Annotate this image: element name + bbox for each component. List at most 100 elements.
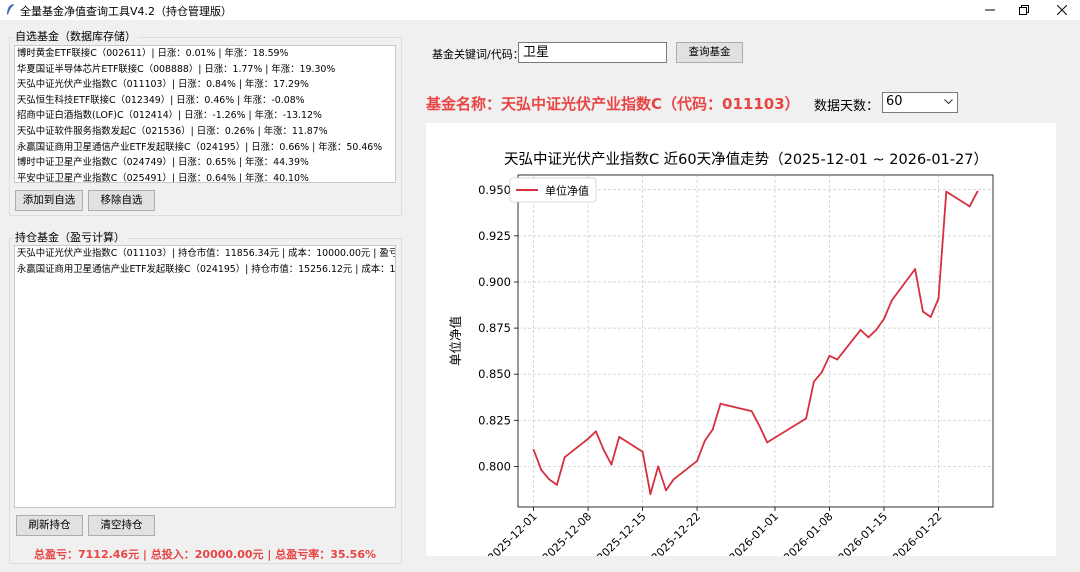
restore-button[interactable] [1006,0,1042,20]
holdings-summary: 总盈亏：7112.46元 | 总投入：20000.00元 | 总盈亏率：35.5… [33,548,377,561]
x-tick-label: 2025-12-15 [594,510,648,556]
days-select-value: 60 [886,94,903,109]
data-point [813,380,815,383]
data-point [602,448,605,451]
watchlist-item[interactable]: 博时中证卫星产业指数C（024749）| 日涨：0.65% | 年涨：44.39… [15,155,395,171]
holdings-listbox[interactable]: 天弘中证光伏产业指数C（011103）| 持仓市值：11856.34元 | 成本… [14,245,396,508]
x-tick-label: 2025-12-08 [540,510,594,556]
watchlist-item[interactable]: 博时黄金ETF联接C（002611）| 日涨：0.01% | 年涨：18.59% [15,46,395,62]
watchlist-item[interactable]: 永赢国证商用卫星通信产业ETF发起联接C（024195）| 日涨：0.66% |… [15,140,395,156]
data-point [563,456,566,459]
x-tick-label: 2026-01-15 [836,510,890,556]
data-point [641,450,644,453]
data-point [548,478,551,481]
y-tick-label: 0.950 [478,183,511,197]
watchlist-item[interactable]: 平安中证卫星产业指数C（025491）| 日涨：0.64% | 年涨：40.10… [15,171,395,182]
watchlist-item[interactable]: 天弘恒生科技ETF联接C（012349）| 日涨：0.46% | 年涨：-0.0… [15,93,395,109]
y-tick-label: 0.900 [478,275,511,289]
chart-panel: 天弘中证光伏产业指数C 近60天净值走势（2025-12-01 ~ 2026-0… [426,123,1056,564]
data-point [649,493,652,495]
data-point [532,448,535,451]
window-title: 全量基金净值查询工具V4.2（持仓管理版） [20,5,233,18]
data-point [890,299,893,302]
data-point [711,428,714,431]
data-point [875,329,878,331]
watchlist-listbox[interactable]: 博时黄金ETF联接C（002611）| 日涨：0.01% | 年涨：18.59%… [14,45,396,183]
watchlist-group-label: 自选基金（数据库存储） [13,28,138,44]
data-point [867,336,870,339]
x-tick-label: 2026-01-22 [890,510,944,556]
holding-item[interactable]: 天弘中证光伏产业指数C（011103）| 持仓市值：11856.34元 | 成本… [15,246,395,262]
days-select[interactable]: 60 [882,92,958,113]
x-tick-label: 2025-12-22 [649,510,703,556]
data-point [766,441,769,444]
data-point [945,190,948,193]
data-point [657,465,660,468]
chevron-down-icon [944,99,953,105]
data-point [719,402,722,405]
data-point [665,489,667,492]
watchlist-item[interactable]: 华夏国证半导体芯片ETF联接C（008888）| 日涨：1.77% | 年涨：1… [15,62,395,78]
data-point [540,469,543,472]
y-tick-label: 0.925 [478,229,511,243]
days-label: 数据天数： [814,99,880,114]
y-tick-label: 0.875 [478,321,511,335]
data-point [859,329,862,331]
search-input[interactable]: 卫星 [518,42,667,63]
y-tick-label: 0.850 [478,367,511,381]
minimize-icon [985,9,995,11]
add-to-watchlist-button[interactable]: 添加到自选 [15,190,83,211]
watchlist-item[interactable]: 天弘中证软件服务指数发起C（021536）| 日涨：0.26% | 年涨：11.… [15,124,395,140]
restore-icon [1019,5,1029,15]
holding-item[interactable]: 永赢国证商用卫星通信产业ETF发起联接C（024195）| 持仓市值：15256… [15,262,395,278]
data-point [914,268,917,270]
data-point [750,410,753,412]
watchlist-item[interactable]: 招商中证白酒指数(LOF)C（012414）| 日涨：-1.26% | 年涨：-… [15,108,395,124]
data-point [727,404,730,407]
remove-from-watchlist-button[interactable]: 移除自选 [88,190,155,211]
y-tick-label: 0.800 [478,459,511,473]
data-point [820,371,823,374]
data-point [696,459,698,462]
data-point [937,297,940,300]
search-button[interactable]: 查询基金 [676,42,743,63]
y-axis-label: 单位净值 [448,316,463,366]
chart-title: 天弘中证光伏产业指数C 近60天净值走势（2025-12-01 ~ 2026-0… [504,151,988,168]
data-point [968,205,971,208]
legend: 单位净值 [509,177,597,203]
close-button[interactable] [1044,0,1080,20]
title-bar: 全量基金净值查询工具V4.2（持仓管理版） [0,0,1080,20]
data-point [883,317,885,320]
fund-name-heading: 基金名称：天弘中证光伏产业指数C（代码：011103） [426,95,800,113]
minimize-button[interactable] [972,0,1008,20]
watchlist-item[interactable]: 天弘中证光伏产业指数C（011103）| 日涨：0.84% | 年涨：17.29… [15,77,395,93]
plot-frame [517,174,994,508]
data-point [587,437,589,440]
data-point [976,190,979,193]
feather-icon [7,4,14,15]
x-tick-label: 2026-01-01 [727,510,781,556]
data-point [922,310,924,313]
data-point [805,417,808,420]
data-point [758,424,761,427]
clear-holdings-button[interactable]: 清空持仓 [88,515,155,536]
data-point [594,430,597,433]
data-point [556,483,558,486]
holdings-group-label: 持仓基金（盈亏计算） [13,229,127,245]
data-point [828,354,831,357]
refresh-holdings-button[interactable]: 刷新持仓 [16,515,83,536]
data-point [618,436,621,438]
data-point [672,478,675,481]
close-icon [1057,5,1067,15]
search-label: 基金关键词/代码： [432,48,524,61]
x-tick-label: 2026-01-08 [781,510,835,556]
x-tick-label: 2025-12-01 [485,510,539,556]
series-line [532,190,979,496]
y-tick-label: 0.825 [478,413,511,427]
legend-label: 单位净值 [545,184,589,198]
data-point [703,439,706,442]
data-point [610,463,613,466]
data-point [929,316,932,318]
data-point [836,358,839,361]
nav-chart: 天弘中证光伏产业指数C 近60天净值走势（2025-12-01 ~ 2026-0… [448,151,994,564]
